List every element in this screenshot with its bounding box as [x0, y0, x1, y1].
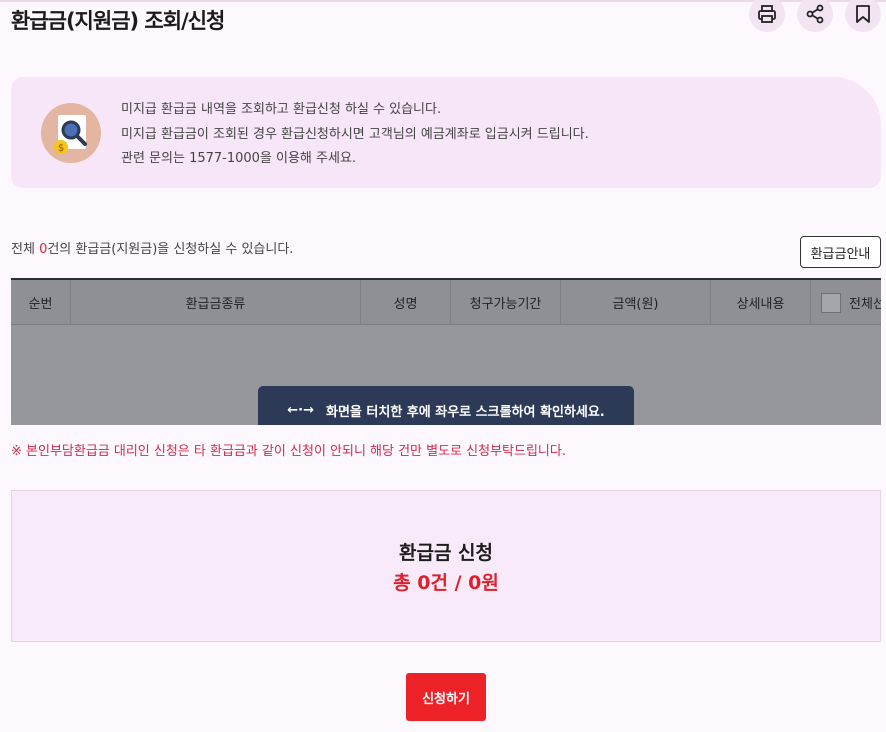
print-icon: [758, 5, 776, 23]
share-icon: [806, 4, 824, 24]
refund-guide-button[interactable]: 환급금안내: [800, 236, 881, 268]
col-refund-type: 환급금종류: [71, 280, 361, 325]
bookmark-button[interactable]: [845, 0, 881, 32]
info-line: 미지급 환급금 내역을 조회하고 환급신청 하실 수 있습니다.: [121, 102, 442, 117]
share-button[interactable]: [797, 0, 833, 32]
summary-prefix: 전체: [11, 242, 40, 257]
proxy-notice: ※ 본인부담환급금 대리인 신청은 타 환급금과 같이 신청이 안되니 해당 건…: [11, 444, 566, 459]
info-line: 관련 문의는 1577-1000을 이용해 주세요.: [121, 151, 357, 166]
document-search-icon: $: [41, 103, 101, 163]
total-value: 총 0건 / 0원: [393, 572, 499, 594]
col-name: 성명: [361, 280, 451, 325]
scroll-hint-text: 화면을 터치한 후에 좌우로 스크롤하여 확인하세요.: [326, 404, 605, 420]
summary-suffix: 건의 환급금(지원금)을 신청하실 수 있습니다.: [47, 242, 294, 257]
info-line: 미지급 환급금이 조회된 경우 환급신청하시면 고객님의 예금계좌로 입금시켜 …: [121, 126, 589, 142]
print-button[interactable]: [749, 0, 785, 32]
col-details: 상세내용: [711, 280, 811, 325]
apply-button[interactable]: 신청하기: [406, 673, 486, 721]
info-box: $ 미지급 환급금 내역을 조회하고 환급신청 하실 수 있습니다. 미지급 환…: [11, 77, 881, 188]
total-label: 환급금 신청: [398, 542, 493, 564]
col-amount: 금액(원): [561, 280, 711, 325]
horizontal-scroll-icon: ←·→: [287, 402, 314, 418]
table-body: ←·→ 화면을 터치한 후에 좌우로 스크롤하여 확인하세요.: [11, 326, 881, 425]
table-header: 순번 환급금종류 성명 청구가능기간 금액(원) 상세내용 전체선택: [11, 280, 881, 325]
col-select-all: 전체선택: [811, 280, 881, 325]
col-number: 순번: [11, 280, 71, 325]
refund-table[interactable]: 순번 환급금종류 성명 청구가능기간 금액(원) 상세내용 전체선택 ←·→ 화…: [11, 278, 881, 425]
scroll-hint-toast: ←·→ 화면을 터치한 후에 좌우로 스크롤하여 확인하세요.: [258, 386, 634, 425]
total-summary-box: 환급금 신청 총 0건 / 0원: [11, 490, 881, 642]
col-claim-period: 청구가능기간: [451, 280, 561, 325]
bookmark-icon: [856, 5, 870, 23]
select-all-label: 전체선택: [849, 297, 881, 312]
summary-text: 전체 0건의 환급금(지원금)을 신청하실 수 있습니다.: [11, 238, 293, 257]
svg-text:$: $: [58, 143, 64, 154]
page-title: 환급금(지원금) 조회/신청: [11, 9, 225, 33]
select-all-checkbox[interactable]: [821, 292, 841, 313]
